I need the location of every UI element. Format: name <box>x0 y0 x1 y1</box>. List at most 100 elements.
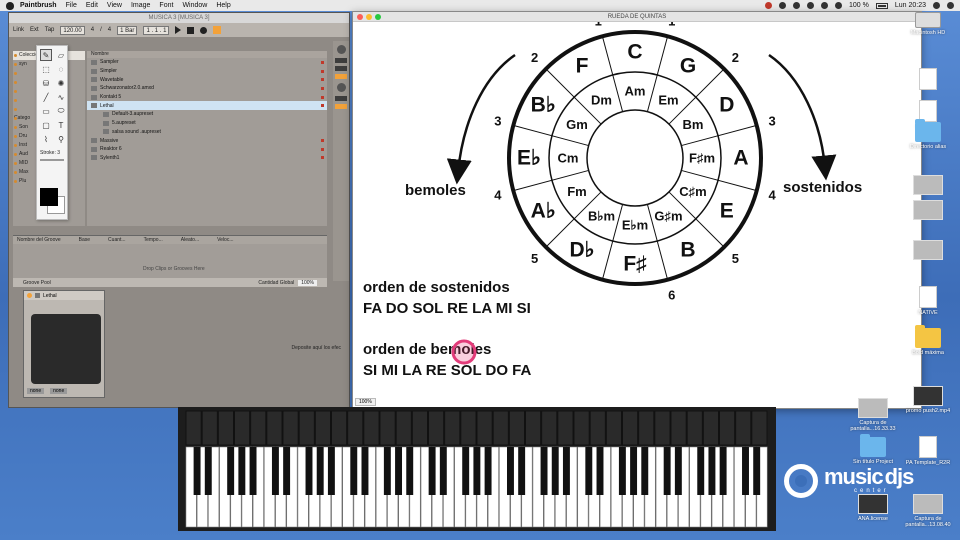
black-key[interactable] <box>283 447 291 495</box>
black-key[interactable] <box>350 447 358 495</box>
desktop-icon[interactable] <box>893 200 960 222</box>
tap-button[interactable]: Tap <box>45 27 55 33</box>
track-slot-active[interactable] <box>335 104 347 109</box>
track-slot[interactable] <box>335 96 347 101</box>
black-key[interactable] <box>406 447 414 495</box>
play-icon[interactable] <box>175 26 182 34</box>
zoom-level[interactable]: 100% <box>355 398 376 406</box>
black-key[interactable] <box>551 447 559 495</box>
menu-clock[interactable]: Lun 20:23 <box>895 2 926 9</box>
tempo-field[interactable]: 120.00 <box>60 25 85 35</box>
black-key[interactable] <box>428 447 436 495</box>
groove-col-base[interactable]: Base <box>79 237 90 243</box>
black-key[interactable] <box>271 447 279 495</box>
dropbox-icon[interactable] <box>792 2 800 9</box>
black-key[interactable] <box>473 447 481 495</box>
rect-select-icon[interactable]: ⬚ <box>40 63 52 75</box>
rectangle-icon[interactable]: ▭ <box>40 105 52 117</box>
track-activator[interactable] <box>335 58 347 63</box>
black-key[interactable] <box>753 447 761 495</box>
black-key[interactable] <box>395 447 403 495</box>
browser-row[interactable]: Reaktor 6 <box>87 145 327 154</box>
desktop-icon[interactable]: Directorio alias <box>893 119 960 150</box>
piano-keys[interactable] <box>178 407 776 531</box>
black-key[interactable] <box>238 447 246 495</box>
pencil-icon[interactable]: ✎ <box>40 49 52 61</box>
black-key[interactable] <box>361 447 369 495</box>
browser-column-name[interactable]: Nombre <box>87 51 327 58</box>
groove-col-velocity[interactable]: Veloc... <box>217 237 233 243</box>
black-key[interactable] <box>316 447 324 495</box>
menu-window[interactable]: Window <box>182 2 207 9</box>
browser-row[interactable]: Kontakt 5 <box>87 93 327 102</box>
black-key[interactable] <box>630 447 638 495</box>
black-key[interactable] <box>540 447 548 495</box>
black-key[interactable] <box>249 447 257 495</box>
black-key[interactable] <box>719 447 727 495</box>
time-signature-denominator[interactable]: 4 <box>108 27 111 33</box>
browser-row[interactable]: Wavetable <box>87 75 327 84</box>
device-panel[interactable] <box>31 314 101 384</box>
menu-view[interactable]: View <box>107 2 122 9</box>
record-status-icon[interactable] <box>764 2 772 9</box>
device-foot-left[interactable]: none <box>27 388 45 394</box>
quantization-select[interactable]: 1 Bar <box>117 25 138 35</box>
device-power-icon[interactable] <box>27 293 32 298</box>
global-amount-value[interactable]: 100% <box>298 279 317 286</box>
time-signature-numerator[interactable]: 4 <box>91 27 94 33</box>
desktop-icon[interactable] <box>893 175 960 197</box>
ext-button[interactable]: Ext <box>30 27 39 33</box>
groove-col-random[interactable]: Aleato... <box>181 237 199 243</box>
black-key[interactable] <box>697 447 705 495</box>
zoom-icon[interactable]: ⚲ <box>55 133 67 145</box>
black-key[interactable] <box>708 447 716 495</box>
desktop-icon[interactable]: Bold máxima <box>893 325 960 356</box>
black-key[interactable] <box>742 447 749 495</box>
overdub-icon[interactable] <box>213 26 222 34</box>
foreground-color-swatch[interactable] <box>40 188 58 206</box>
browser-row[interactable]: Simpler <box>87 67 327 76</box>
sync-icon[interactable] <box>778 2 786 9</box>
black-key[interactable] <box>193 447 201 495</box>
text-icon[interactable]: T <box>55 119 67 131</box>
curve-icon[interactable]: ∿ <box>55 91 67 103</box>
black-key[interactable] <box>484 447 492 495</box>
lasso-icon[interactable]: ◌ <box>55 63 67 75</box>
black-key[interactable] <box>327 447 335 495</box>
desktop-icon[interactable]: NATIVE <box>893 286 960 316</box>
record-icon[interactable] <box>200 26 208 34</box>
notification-icon[interactable] <box>947 2 954 9</box>
spotlight-icon[interactable] <box>933 2 940 9</box>
link-button[interactable]: Link <box>13 27 24 33</box>
pan-knob-icon[interactable] <box>336 83 346 92</box>
stop-icon[interactable] <box>187 26 195 34</box>
black-key[interactable] <box>663 447 671 495</box>
browser-row[interactable]: salsa sound .aupreset <box>87 128 327 137</box>
desktop-icon[interactable]: promo push2.mp4 <box>893 386 960 414</box>
volume-icon[interactable] <box>834 2 842 9</box>
browser-row[interactable]: Schwarzonator2.0.amxd <box>87 84 327 93</box>
circle-of-fifths-canvas[interactable]: C GD A E B F♯ D♭ A♭ E♭ B♭ F Am Em Bm F♯m C♯m G♯m E♭m B♭mFm… <box>353 22 921 406</box>
browser-row[interactable]: Sampler <box>87 58 327 67</box>
black-key[interactable] <box>562 447 570 495</box>
menu-image[interactable]: Image <box>131 2 150 9</box>
song-position[interactable]: 1 . 1 . 1 <box>143 25 170 35</box>
rounded-rect-icon[interactable]: ▢ <box>40 119 52 131</box>
black-key[interactable] <box>518 447 526 495</box>
browser-row[interactable]: Default-3.aupreset <box>87 110 327 119</box>
black-key[interactable] <box>674 447 682 495</box>
device-foot-right[interactable]: none <box>50 388 68 394</box>
spray-icon[interactable]: ✺ <box>55 77 67 89</box>
groove-col-name[interactable]: Nombre del Groove <box>17 237 61 243</box>
bluetooth-icon[interactable] <box>806 2 814 9</box>
black-key[interactable] <box>204 447 212 495</box>
browser-row[interactable]: 5.aupreset <box>87 119 327 128</box>
fill-bucket-icon[interactable]: ⛁ <box>40 77 52 89</box>
device-plugin-icon[interactable] <box>35 293 40 298</box>
stroke-slider[interactable] <box>40 159 64 161</box>
desktop-icon[interactable]: Macintosh HD <box>893 12 960 36</box>
black-key[interactable] <box>596 447 604 495</box>
black-key[interactable] <box>618 447 626 495</box>
black-key[interactable] <box>305 447 313 495</box>
black-key[interactable] <box>585 447 593 495</box>
